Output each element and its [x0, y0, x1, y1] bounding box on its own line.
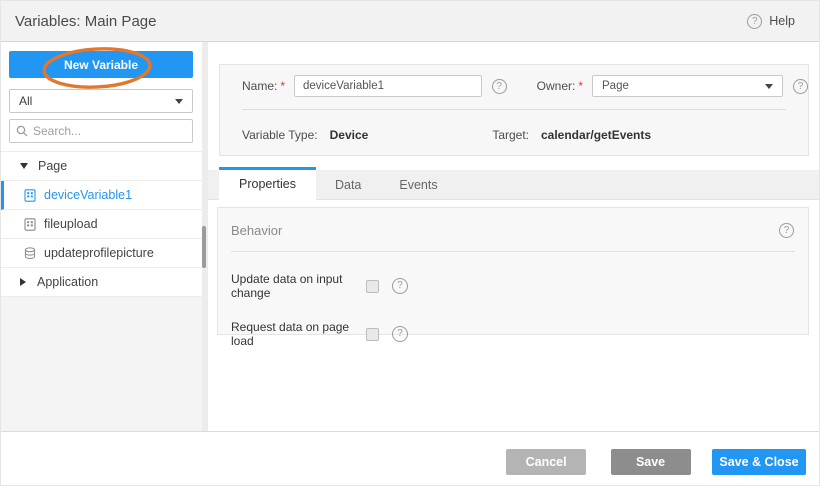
dialog-footer: Cancel Save Save & Close: [1, 431, 819, 486]
option-help-icon[interactable]: [392, 326, 408, 342]
variables-tree: Page deviceVariable1: [1, 151, 202, 297]
target-label: Target:: [492, 128, 529, 142]
behavior-divider: [231, 251, 795, 252]
tree-group-label: Application: [37, 275, 98, 289]
option-update-on-input-change: Update data on input change: [218, 272, 808, 300]
behavior-header: Behavior: [218, 208, 808, 238]
chevron-down-icon: [175, 99, 183, 104]
tree-group-label: Page: [38, 159, 67, 173]
update-on-input-change-checkbox[interactable]: [366, 280, 379, 293]
save-button[interactable]: Save: [611, 449, 691, 475]
behavior-title: Behavior: [231, 223, 282, 238]
tab-properties[interactable]: Properties: [219, 167, 316, 201]
search-icon: [16, 125, 28, 137]
tree-item-label: deviceVariable1: [44, 188, 132, 202]
page-title: Variables: Main Page: [15, 13, 156, 30]
save-and-close-button[interactable]: Save & Close: [712, 449, 806, 475]
variable-type-value: Device: [330, 128, 369, 142]
tree-item-label: updateprofilepicture: [44, 246, 154, 260]
tab-data[interactable]: Data: [316, 170, 380, 199]
variable-filter-value: All: [19, 94, 32, 108]
help-label: Help: [769, 14, 795, 28]
expand-arrow-icon: [20, 278, 26, 286]
tree-item-label: fileupload: [44, 217, 98, 231]
name-label: Name:: [242, 79, 277, 93]
behavior-section: Behavior Update data on input change Req…: [217, 207, 809, 335]
variable-search: [9, 119, 193, 143]
panel-divider: [242, 109, 786, 110]
sidebar-filler: [1, 297, 202, 431]
type-target-row: Variable Type: Device Target: calendar/g…: [220, 128, 808, 142]
variables-sidebar: New Variable All Page: [1, 42, 202, 431]
owner-select[interactable]: Page: [592, 75, 783, 97]
name-owner-row: Name: * Owner: * Page: [220, 65, 808, 97]
name-help-icon[interactable]: [492, 79, 507, 94]
device-variable-icon: [24, 189, 36, 202]
tree-item-fileupload[interactable]: fileupload: [1, 210, 202, 239]
target-value: calendar/getEvents: [541, 128, 651, 142]
option-help-icon[interactable]: [392, 278, 408, 294]
variables-dialog: Variables: Main Page Help New Variable A…: [0, 0, 820, 486]
collapse-arrow-icon: [20, 163, 28, 169]
required-marker: *: [280, 79, 285, 93]
variable-detail-panel: Name: * Owner: * Page: [208, 42, 819, 431]
tree-group-page[interactable]: Page: [1, 152, 202, 181]
new-variable-button[interactable]: New Variable: [9, 51, 193, 78]
owner-help-icon[interactable]: [793, 79, 808, 94]
variable-type-label: Variable Type:: [242, 128, 318, 142]
owner-group: Owner: * Page: [537, 75, 808, 97]
variable-summary-panel: Name: * Owner: * Page: [219, 64, 809, 156]
tree-group-application[interactable]: Application: [1, 268, 202, 297]
variable-filter-select[interactable]: All: [9, 89, 193, 113]
tab-events[interactable]: Events: [380, 170, 456, 199]
option-label: Update data on input change: [231, 272, 366, 300]
detail-tabs: Properties Data Events: [208, 170, 819, 200]
help-button[interactable]: Help: [747, 14, 795, 29]
behavior-help-icon[interactable]: [779, 223, 794, 238]
sidebar-controls: New Variable All: [1, 42, 202, 143]
required-marker: *: [578, 79, 583, 93]
tree-item-devicevariable1[interactable]: deviceVariable1: [1, 181, 202, 210]
owner-value: Page: [602, 80, 629, 92]
service-variable-icon: [24, 247, 36, 260]
scrollbar-thumb[interactable]: [202, 226, 206, 268]
tree-item-updateprofilepicture[interactable]: updateprofilepicture: [1, 239, 202, 268]
sidebar-scrollbar[interactable]: [202, 42, 208, 431]
help-icon: [747, 14, 762, 29]
target-group: Target: calendar/getEvents: [492, 128, 651, 142]
chevron-down-icon: [765, 84, 773, 89]
option-label: Request data on page load: [231, 320, 366, 348]
dialog-header: Variables: Main Page Help: [1, 1, 819, 42]
owner-label: Owner:: [537, 79, 576, 93]
name-input[interactable]: [294, 75, 482, 97]
device-variable-icon: [24, 218, 36, 231]
cancel-button[interactable]: Cancel: [506, 449, 586, 475]
dialog-body: New Variable All Page: [1, 42, 819, 431]
search-input[interactable]: [33, 124, 186, 138]
request-on-page-load-checkbox[interactable]: [366, 328, 379, 341]
option-request-on-page-load: Request data on page load: [218, 320, 808, 348]
